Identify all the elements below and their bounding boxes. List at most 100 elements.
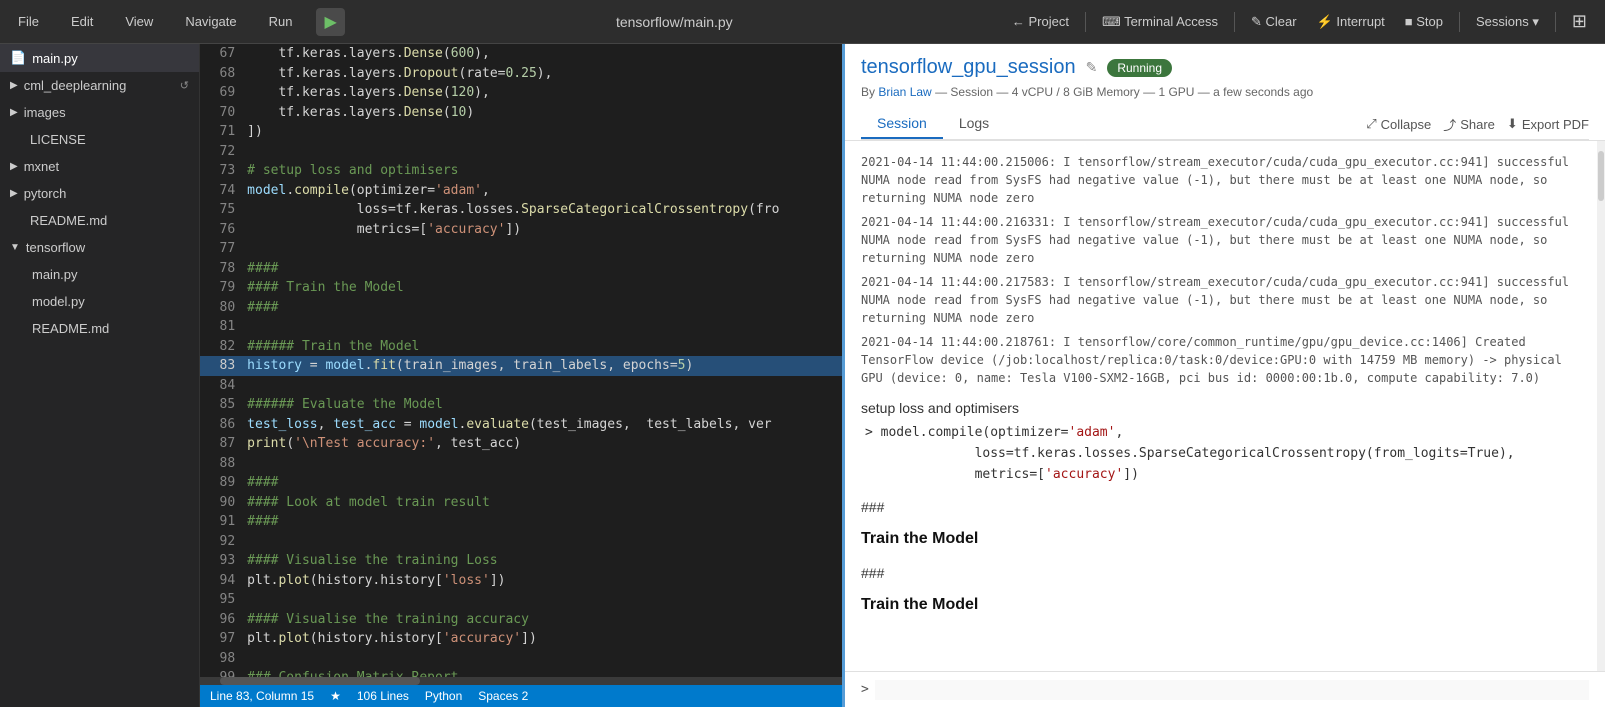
session-meta: By Brian Law — Session — 4 vCPU / 8 GiB …: [861, 85, 1589, 99]
toolbar-separator-1: [1085, 12, 1086, 32]
share-label: Share: [1460, 117, 1495, 132]
stop-button[interactable]: ■ Stop: [1397, 10, 1451, 33]
table-row: 92: [200, 532, 842, 552]
table-row: 82###### Train the Model: [200, 337, 842, 357]
export-pdf-button[interactable]: ⬇ Export PDF: [1507, 116, 1589, 132]
export-icon: ⬇: [1507, 116, 1518, 132]
grid-button[interactable]: ⊞: [1564, 7, 1595, 36]
sidebar-label-model-py: model.py: [32, 294, 85, 309]
sidebar-item-mxnet[interactable]: ▶ mxnet: [0, 153, 199, 180]
sessions-button[interactable]: Sessions ▾: [1468, 10, 1547, 34]
table-row: 95: [200, 590, 842, 610]
sidebar: 📄 main.py ▶ cml_deeplearning ↺ ▶ images …: [0, 44, 200, 707]
session-meta-text: — Session — 4 vCPU / 8 GiB Memory — 1 GP…: [935, 85, 1313, 99]
sidebar-item-readme-tf[interactable]: README.md: [0, 315, 199, 342]
share-button[interactable]: ⤴ Share: [1443, 115, 1495, 134]
toolbar-separator-4: [1555, 12, 1556, 32]
editor-spaces: Spaces 2: [478, 689, 528, 703]
sidebar-item-main-py-top[interactable]: 📄 main.py: [0, 44, 199, 72]
table-row: 72: [200, 142, 842, 162]
table-row: 78####: [200, 259, 842, 279]
file-menu[interactable]: File: [10, 10, 47, 33]
editor-scrollbar-thumb[interactable]: [220, 677, 420, 685]
navigate-menu[interactable]: Navigate: [177, 10, 244, 33]
log-entry-2: 2021-04-14 11:44:00.216331: I tensorflow…: [861, 213, 1589, 267]
terminal-access-button[interactable]: ⌨ Terminal Access: [1094, 10, 1226, 34]
collapse-button[interactable]: ⤢ Collapse: [1366, 116, 1431, 132]
session-title: tensorflow_gpu_session: [861, 56, 1076, 79]
edit-menu[interactable]: Edit: [63, 10, 101, 33]
editor-content[interactable]: 67 tf.keras.layers.Dense(600), 68 tf.ker…: [200, 44, 842, 677]
expand-icon-cml: ▶: [10, 80, 18, 91]
table-row: 76 metrics=['accuracy']): [200, 220, 842, 240]
output-prompt-bar: >: [845, 671, 1605, 707]
sidebar-label-images: images: [24, 105, 66, 120]
interrupt-button[interactable]: ⚡ Interrupt: [1309, 10, 1393, 34]
heading-train-model-1: Train the Model: [861, 526, 1589, 552]
expand-icon-tensorflow: ▼: [10, 242, 20, 253]
sidebar-label-pytorch: pytorch: [24, 186, 67, 201]
edit-icon[interactable]: ✎: [1086, 59, 1098, 76]
running-badge: Running: [1107, 59, 1172, 77]
sidebar-item-images[interactable]: ▶ images: [0, 99, 199, 126]
project-button[interactable]: ← Project: [1004, 10, 1077, 33]
clear-button[interactable]: ✎ Clear: [1243, 10, 1305, 34]
toolbar-left: File Edit View Navigate Run ▶: [10, 8, 345, 36]
editor-line-col: Line 83, Column 15: [210, 689, 314, 703]
editor-pane: 67 tf.keras.layers.Dense(600), 68 tf.ker…: [200, 44, 845, 707]
table-row: 94plt.plot(history.history['loss']): [200, 571, 842, 591]
editor-horizontal-scrollbar[interactable]: [200, 677, 842, 685]
log-entry-1: 2021-04-14 11:44:00.215006: I tensorflow…: [861, 153, 1589, 207]
output-actions: ⤢ Collapse ⤴ Share ⬇ Export PDF: [1366, 115, 1589, 134]
table-row: 77: [200, 239, 842, 259]
sidebar-item-readme-top[interactable]: README.md: [0, 207, 199, 234]
table-row: 93#### Visualise the training Loss: [200, 551, 842, 571]
tab-logs[interactable]: Logs: [943, 109, 1005, 139]
collapse-label: Collapse: [1381, 117, 1432, 132]
table-row: 86test_loss, test_acc = model.evaluate(t…: [200, 415, 842, 435]
sidebar-label-main-py: main.py: [32, 267, 78, 282]
sidebar-item-license[interactable]: LICENSE: [0, 126, 199, 153]
tab-session[interactable]: Session: [861, 109, 943, 139]
author-link[interactable]: Brian Law: [878, 85, 931, 99]
table-row: 71]): [200, 122, 842, 142]
main-content: 📄 main.py ▶ cml_deeplearning ↺ ▶ images …: [0, 44, 1605, 707]
table-row: 98: [200, 649, 842, 669]
output-tab-row: Session Logs ⤢ Collapse ⤴ Share ⬇ Export…: [861, 109, 1589, 140]
table-row: 74model.compile(optimizer='adam',: [200, 181, 842, 201]
sidebar-label-mxnet: mxnet: [24, 159, 59, 174]
share-icon: ⤴: [1443, 115, 1456, 134]
view-menu[interactable]: View: [117, 10, 161, 33]
sidebar-item-model-py[interactable]: model.py: [0, 288, 199, 315]
run-play-button[interactable]: ▶: [316, 8, 344, 36]
table-row: 99### Confusion Matrix Report: [200, 668, 842, 677]
table-row: 75 loss=tf.keras.losses.SparseCategorica…: [200, 200, 842, 220]
sidebar-label-license: LICENSE: [30, 132, 86, 147]
output-pane-relative: 2021-04-14 11:44:00.215006: I tensorflow…: [845, 141, 1605, 671]
output-header: tensorflow_gpu_session ✎ Running By Bria…: [845, 44, 1605, 141]
toolbar: File Edit View Navigate Run ▶ tensorflow…: [0, 0, 1605, 44]
output-body[interactable]: 2021-04-14 11:44:00.215006: I tensorflow…: [845, 141, 1605, 671]
output-scrollbar-track[interactable]: [1597, 141, 1605, 671]
section-hash-2: ###: [861, 562, 1589, 584]
output-scrollbar-thumb[interactable]: [1598, 151, 1604, 201]
editor-language: Python: [425, 689, 462, 703]
sidebar-item-pytorch[interactable]: ▶ pytorch: [0, 180, 199, 207]
expand-icon-pytorch: ▶: [10, 188, 18, 199]
table-row: 67 tf.keras.layers.Dense(600),: [200, 44, 842, 64]
sidebar-label-readme-tf: README.md: [32, 321, 109, 336]
expand-icon-mxnet: ▶: [10, 161, 18, 172]
sidebar-label-cml: cml_deeplearning: [24, 78, 127, 93]
session-title-row: tensorflow_gpu_session ✎ Running: [861, 56, 1589, 79]
log-entry-3: 2021-04-14 11:44:00.217583: I tensorflow…: [861, 273, 1589, 327]
table-row: 85###### Evaluate the Model: [200, 395, 842, 415]
run-menu[interactable]: Run: [261, 10, 301, 33]
prompt-input[interactable]: [875, 680, 1589, 700]
sidebar-item-tensorflow[interactable]: ▼ tensorflow: [0, 234, 199, 261]
sidebar-item-cml[interactable]: ▶ cml_deeplearning ↺: [0, 72, 199, 99]
sidebar-item-main-py[interactable]: main.py: [0, 261, 199, 288]
log-entry-4: 2021-04-14 11:44:00.218761: I tensorflow…: [861, 333, 1589, 387]
file-title: tensorflow/main.py: [353, 14, 996, 30]
editor-footer: Line 83, Column 15 ★ 106 Lines Python Sp…: [200, 685, 842, 707]
table-row: 73# setup loss and optimisers: [200, 161, 842, 181]
